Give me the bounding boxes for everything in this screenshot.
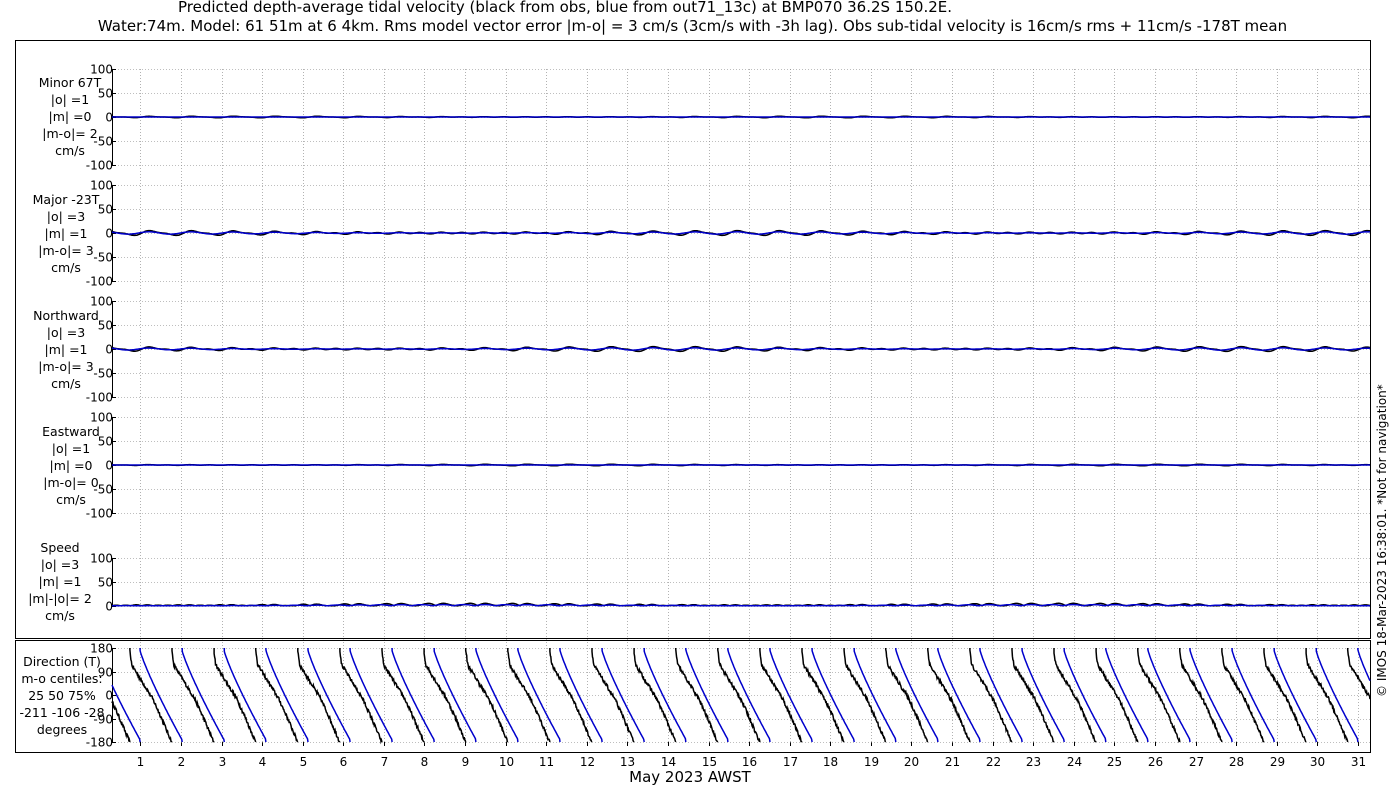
panel-label-line: 25 50 75%: [28, 688, 96, 703]
x-tick-label: 26: [1148, 755, 1163, 769]
x-tick-label: 12: [580, 755, 595, 769]
panel-label-line: |o| =3: [40, 557, 80, 572]
panel-label-line: |m| =1: [44, 342, 88, 357]
upper-frame: [15, 40, 1371, 639]
panel-label-line: |o| =1: [51, 441, 91, 456]
x-tick-label: 10: [499, 755, 514, 769]
panel-label-line: cm/s: [56, 492, 86, 507]
direction-line-obs: [111, 648, 1371, 745]
panel-label-line: Minor 67T: [38, 75, 102, 90]
panel-label-line: |m| =0: [49, 458, 93, 473]
panel-label-line: |o| =3: [46, 209, 86, 224]
x-tick-label: 25: [1107, 755, 1122, 769]
y-tick-label: 0: [105, 227, 113, 241]
panel-label-line: |m| =0: [48, 109, 92, 124]
series-line-model: [111, 231, 1371, 235]
x-tick-label: 19: [864, 755, 879, 769]
y-tick-label: -100: [86, 275, 113, 289]
panel-label-line: m-o centiles:: [21, 671, 103, 686]
x-tick-label: 2: [178, 755, 186, 769]
x-tick-label: 31: [1351, 755, 1366, 769]
y-tick-label: -100: [86, 159, 113, 173]
x-axis-label: May 2023 AWST: [629, 768, 751, 786]
x-tick-label: 6: [340, 755, 348, 769]
x-tick-label: 13: [620, 755, 635, 769]
panel-label-line: |m| =1: [38, 574, 82, 589]
panel-label-line: Major -23T: [32, 192, 100, 207]
panel-label-line: |m| =1: [44, 226, 88, 241]
panel-label-line: |m-o|= 0: [43, 475, 99, 490]
panel-label-northward: Northward |o| =3 |m| =1 |m-o|= 3 cm/s: [26, 307, 106, 392]
x-tick-label: 27: [1189, 755, 1204, 769]
x-tick-label: 17: [783, 755, 798, 769]
panel-label-eastward: Eastward |o| =1 |m| =0 |m-o|= 0 cm/s: [31, 423, 111, 508]
x-tick-label: 18: [823, 755, 838, 769]
panel-label-line: |m-o|= 3: [38, 359, 94, 374]
y-tick-label: -100: [86, 507, 113, 521]
series-line-model: [111, 347, 1371, 351]
x-tick-label: 24: [1067, 755, 1082, 769]
x-tick-label: 11: [539, 755, 554, 769]
x-tick-label: 28: [1229, 755, 1244, 769]
panel-label-line: cm/s: [51, 260, 81, 275]
panel-label-minor: Minor 67T |o| =1 |m| =0 |m-o|= 2 cm/s: [30, 74, 110, 159]
panel-label-line: cm/s: [55, 143, 85, 158]
x-tick-label: 20: [904, 755, 919, 769]
panel-label-line: |o| =1: [50, 92, 90, 107]
x-tick-label: 15: [702, 755, 717, 769]
x-tick-label: 14: [661, 755, 676, 769]
copyright-notice: © IMOS 18-Mar-2023 16:38:01. *Not for na…: [1375, 384, 1389, 697]
x-tick-label: 16: [742, 755, 757, 769]
panel-label-line: |m-o|= 3: [38, 243, 94, 258]
panel-label-line: -211 -106 -28: [19, 705, 105, 720]
y-tick-label: 0: [105, 343, 113, 357]
panel-label-line: Direction (T): [23, 654, 101, 669]
panel-label-line: Eastward: [42, 424, 100, 439]
panel-label-speed: Speed |o| =3 |m| =1 |m|-|o|= 2 cm/s: [20, 539, 100, 624]
y-tick-label: 0: [105, 600, 113, 614]
panel-label-line: |m-o|= 2: [42, 126, 98, 141]
x-tick-label: 3: [219, 755, 227, 769]
panel-label-line: Northward: [33, 308, 99, 323]
series-line-model: [112, 603, 1370, 607]
x-tick-label: 21: [945, 755, 960, 769]
panel-label-line: |o| =3: [46, 325, 86, 340]
panel-label-direction: Direction (T) m-o centiles: 25 50 75% -2…: [6, 653, 118, 738]
panel-label-line: |m|-|o|= 2: [28, 591, 92, 606]
x-tick-label: 30: [1310, 755, 1325, 769]
x-tick-label: 7: [381, 755, 389, 769]
panel-label-line: Speed: [40, 540, 80, 555]
panel-label-line: cm/s: [51, 376, 81, 391]
y-tick-label: -100: [86, 391, 113, 405]
x-tick-label: 23: [1026, 755, 1041, 769]
y-tick-label: 50: [98, 576, 113, 590]
panel-label-line: degrees: [36, 722, 88, 737]
x-tick-label: 22: [986, 755, 1001, 769]
x-tick-label: 4: [259, 755, 267, 769]
x-tick-label: 29: [1270, 755, 1285, 769]
chart-plot-area: 1 2 3 4 5 6 7 8 9 10 11 12 13 14 15 16 17 18 19 20 21 22 23 24 2…: [15, 40, 1371, 769]
x-tick-label: 5: [300, 755, 308, 769]
x-tick-label: 9: [462, 755, 470, 769]
panel-label-line: cm/s: [45, 608, 75, 623]
panel-label-major: Major -23T |o| =3 |m| =1 |m-o|= 3 cm/s: [26, 191, 106, 276]
x-tick-label: 1: [137, 755, 145, 769]
x-tick-label: 8: [421, 755, 429, 769]
